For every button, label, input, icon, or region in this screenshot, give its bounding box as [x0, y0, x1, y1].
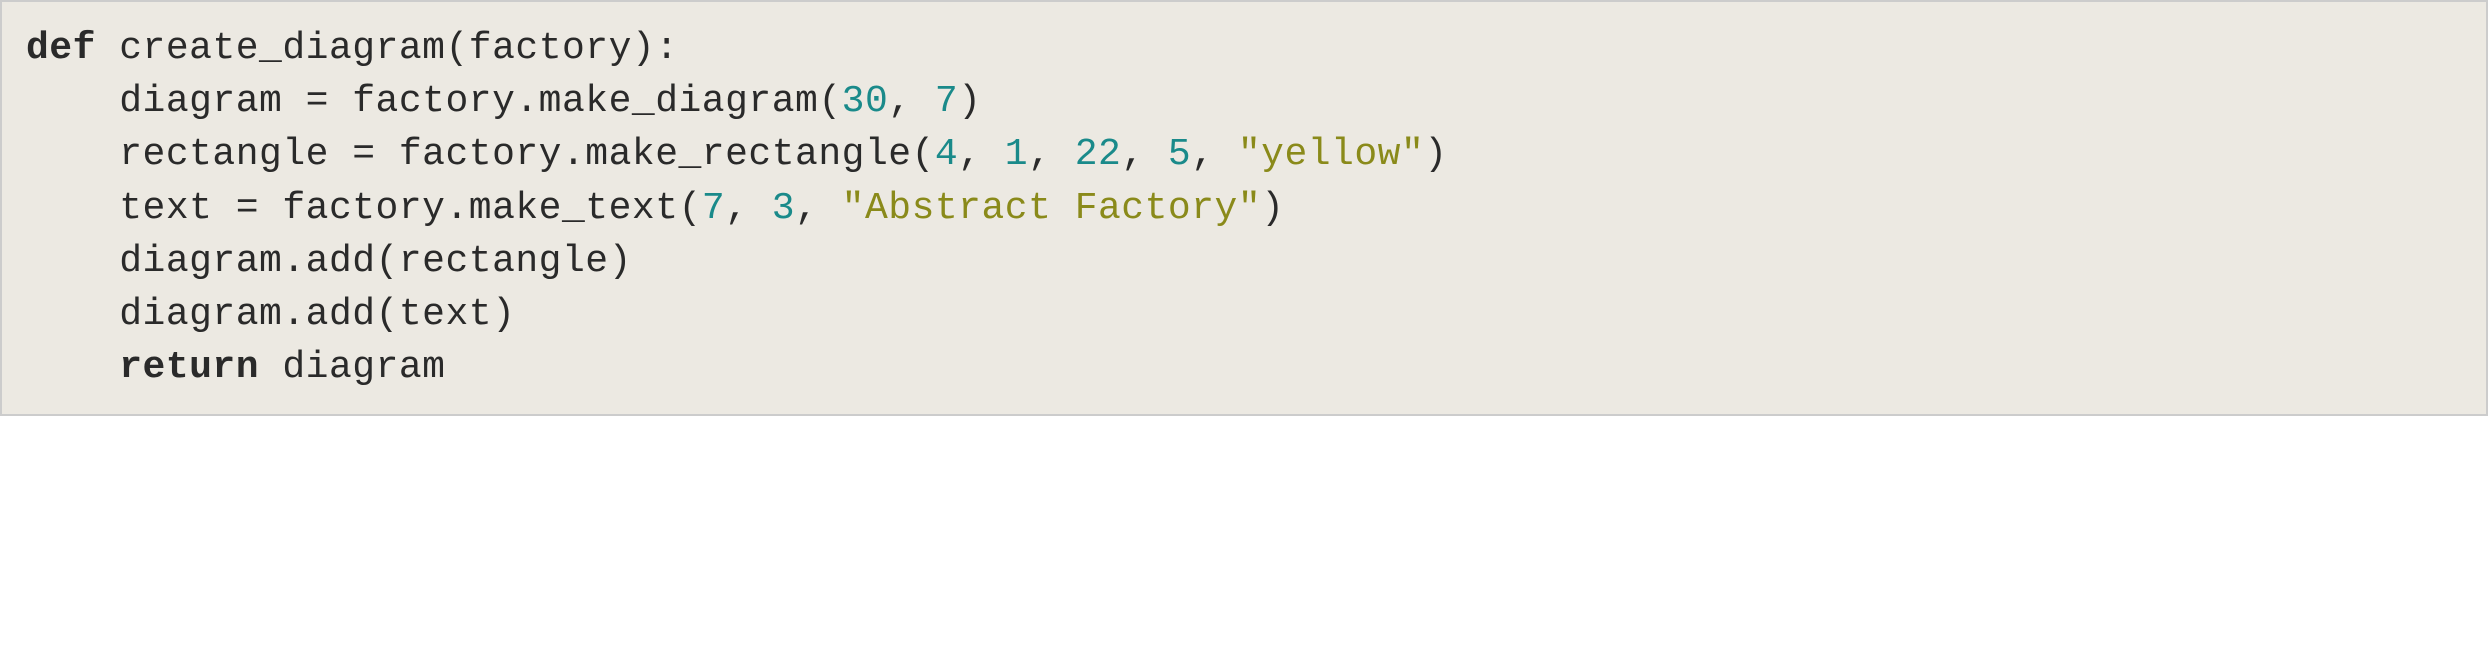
number-literal: 1: [1005, 133, 1028, 176]
number-literal: 7: [702, 187, 725, 230]
code-text: ,: [1028, 133, 1075, 176]
number-literal: 3: [772, 187, 795, 230]
code-line-3: rectangle = factory.make_rectangle(4, 1,…: [26, 128, 2462, 181]
code-text: ,: [725, 187, 772, 230]
number-literal: 22: [1075, 133, 1122, 176]
code-line-6: diagram.add(text): [26, 288, 2462, 341]
number-literal: 30: [842, 80, 889, 123]
code-text: ): [958, 80, 981, 123]
indent: [26, 240, 119, 283]
code-line-5: diagram.add(rectangle): [26, 235, 2462, 288]
code-text: create_diagram(factory):: [96, 27, 679, 70]
string-literal: "Abstract Factory": [842, 187, 1261, 230]
code-text: ,: [888, 80, 935, 123]
code-text: diagram: [259, 346, 445, 389]
code-line-4: text = factory.make_text(7, 3, "Abstract…: [26, 182, 2462, 235]
code-text: diagram.add(rectangle): [119, 240, 632, 283]
keyword-return: return: [119, 346, 259, 389]
string-literal: "yellow": [1238, 133, 1424, 176]
keyword-def: def: [26, 27, 96, 70]
indent: [26, 293, 119, 336]
number-literal: 4: [935, 133, 958, 176]
code-line-1: def create_diagram(factory):: [26, 22, 2462, 75]
indent: [26, 133, 119, 176]
code-text: rectangle = factory.make_rectangle(: [119, 133, 935, 176]
indent: [26, 80, 119, 123]
number-literal: 7: [935, 80, 958, 123]
code-text: diagram = factory.make_diagram(: [119, 80, 841, 123]
indent: [26, 187, 119, 230]
code-block: def create_diagram(factory): diagram = f…: [0, 0, 2488, 416]
code-text: ,: [795, 187, 842, 230]
code-text: diagram.add(text): [119, 293, 515, 336]
code-text: ): [1261, 187, 1284, 230]
code-text: text = factory.make_text(: [119, 187, 702, 230]
number-literal: 5: [1168, 133, 1191, 176]
code-text: ,: [1121, 133, 1168, 176]
code-line-2: diagram = factory.make_diagram(30, 7): [26, 75, 2462, 128]
code-text: ): [1424, 133, 1447, 176]
code-line-7: return diagram: [26, 341, 2462, 394]
code-text: ,: [1191, 133, 1238, 176]
code-text: ,: [958, 133, 1005, 176]
indent: [26, 346, 119, 389]
